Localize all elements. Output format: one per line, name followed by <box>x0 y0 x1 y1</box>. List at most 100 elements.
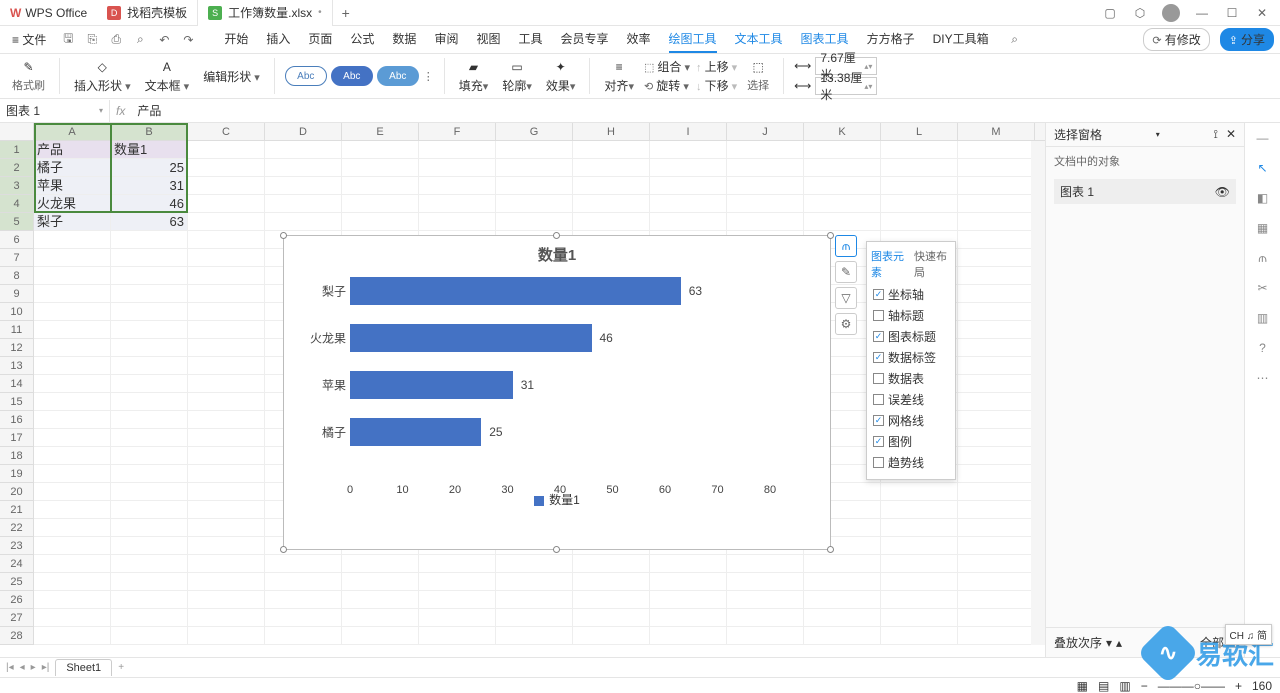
cell[interactable] <box>496 627 573 645</box>
cell[interactable] <box>573 609 650 627</box>
cell[interactable] <box>958 537 1035 555</box>
chart-object[interactable]: 数量1 梨子63火龙果46苹果31橘子25 01020304050607080 … <box>283 235 831 550</box>
add-sheet-button[interactable]: + <box>118 662 124 673</box>
row-header[interactable]: 13 <box>0 357 34 375</box>
cell[interactable] <box>727 213 804 231</box>
checkbox[interactable] <box>873 457 884 468</box>
cell[interactable] <box>958 213 1035 231</box>
cell[interactable] <box>34 501 111 519</box>
cell[interactable] <box>342 609 419 627</box>
chart-bar[interactable] <box>350 324 592 352</box>
sidebar-style-icon[interactable]: ◧ <box>1254 189 1272 207</box>
cell[interactable] <box>34 249 111 267</box>
cell[interactable] <box>188 357 265 375</box>
cell[interactable] <box>958 339 1035 357</box>
cell[interactable] <box>188 393 265 411</box>
insert-shape-group[interactable]: ◇ 插入形状 ▾ <box>70 59 135 94</box>
row-header[interactable]: 10 <box>0 303 34 321</box>
print-icon[interactable]: ⎙ <box>108 32 124 48</box>
cell[interactable] <box>111 483 188 501</box>
row-header[interactable]: 28 <box>0 627 34 645</box>
cell[interactable] <box>881 483 958 501</box>
row-header[interactable]: 9 <box>0 285 34 303</box>
row-header[interactable]: 26 <box>0 591 34 609</box>
cell[interactable] <box>958 627 1035 645</box>
menu-tab[interactable]: 会员专享 <box>560 26 608 53</box>
cell[interactable] <box>958 609 1035 627</box>
cell[interactable] <box>419 591 496 609</box>
sidebar-select-icon[interactable]: ↖ <box>1254 159 1272 177</box>
cell[interactable] <box>265 555 342 573</box>
cell[interactable] <box>34 591 111 609</box>
file-menu[interactable]: ≡ 文件 <box>6 31 52 48</box>
menu-tab[interactable]: DIY工具箱 <box>933 26 989 53</box>
cell[interactable] <box>34 519 111 537</box>
cell[interactable] <box>419 573 496 591</box>
cell[interactable] <box>34 609 111 627</box>
cell[interactable] <box>573 573 650 591</box>
cell[interactable] <box>650 195 727 213</box>
popup-tab-layout[interactable]: 快速布局 <box>914 248 951 280</box>
cell[interactable] <box>188 267 265 285</box>
row-header[interactable]: 6 <box>0 231 34 249</box>
menu-tab[interactable]: 开始 <box>224 26 248 53</box>
cell[interactable] <box>958 555 1035 573</box>
height-input[interactable]: 13.38厘米▴▾ <box>815 77 877 95</box>
row-header[interactable]: 16 <box>0 411 34 429</box>
chart-element-option[interactable]: ✓数据标签 <box>871 347 951 368</box>
cell[interactable] <box>34 447 111 465</box>
sheet-first-icon[interactable]: |◂ <box>6 662 14 673</box>
cell[interactable] <box>34 573 111 591</box>
cell[interactable] <box>188 213 265 231</box>
window-button[interactable]: ▢ <box>1102 5 1118 21</box>
fx-icon[interactable]: fx <box>110 104 131 118</box>
cell[interactable] <box>958 303 1035 321</box>
cell[interactable] <box>496 573 573 591</box>
cell[interactable] <box>342 141 419 159</box>
cell[interactable] <box>111 501 188 519</box>
cell[interactable] <box>188 159 265 177</box>
zoom-out-icon[interactable]: − <box>1141 679 1148 693</box>
cell[interactable] <box>111 249 188 267</box>
cell[interactable] <box>34 483 111 501</box>
cell[interactable] <box>34 429 111 447</box>
checkbox[interactable]: ✓ <box>873 289 884 300</box>
cell[interactable] <box>881 627 958 645</box>
cell[interactable] <box>881 141 958 159</box>
align-group[interactable]: ≡对齐▾ <box>600 59 638 94</box>
cell[interactable] <box>111 573 188 591</box>
resize-handle[interactable] <box>827 546 834 553</box>
outline-group[interactable]: ▭轮廓▾ <box>498 59 536 94</box>
cell[interactable] <box>650 627 727 645</box>
chart-elements-button[interactable]: ⫙ <box>835 235 857 257</box>
resize-handle[interactable] <box>553 232 560 239</box>
cell[interactable] <box>34 231 111 249</box>
formula-value[interactable]: 产品 <box>131 102 167 119</box>
cell[interactable] <box>188 627 265 645</box>
cell[interactable] <box>650 573 727 591</box>
menu-tab[interactable]: 工具 <box>518 26 542 53</box>
checkbox[interactable] <box>873 310 884 321</box>
row-header[interactable]: 21 <box>0 501 34 519</box>
cell[interactable] <box>573 159 650 177</box>
group-button[interactable]: ⬚ 组合 ▾ <box>644 58 690 75</box>
cell[interactable] <box>573 177 650 195</box>
cell[interactable] <box>188 555 265 573</box>
sidebar-more-icon[interactable]: ⋯ <box>1254 369 1272 387</box>
cell[interactable] <box>881 591 958 609</box>
row-header[interactable]: 5 <box>0 213 34 231</box>
cell[interactable] <box>419 609 496 627</box>
resize-handle[interactable] <box>827 232 834 239</box>
menu-tab[interactable]: 方方格子 <box>867 26 915 53</box>
cell[interactable] <box>958 573 1035 591</box>
row-header[interactable]: 3 <box>0 177 34 195</box>
col-header[interactable]: J <box>727 123 804 140</box>
cell[interactable] <box>419 195 496 213</box>
cell[interactable] <box>419 159 496 177</box>
menu-tab[interactable]: 绘图工具 <box>669 26 717 53</box>
cell[interactable] <box>111 609 188 627</box>
sheet-next-icon[interactable]: ▸ <box>31 662 36 673</box>
cell[interactable] <box>342 159 419 177</box>
cell[interactable] <box>419 177 496 195</box>
cell[interactable] <box>496 555 573 573</box>
